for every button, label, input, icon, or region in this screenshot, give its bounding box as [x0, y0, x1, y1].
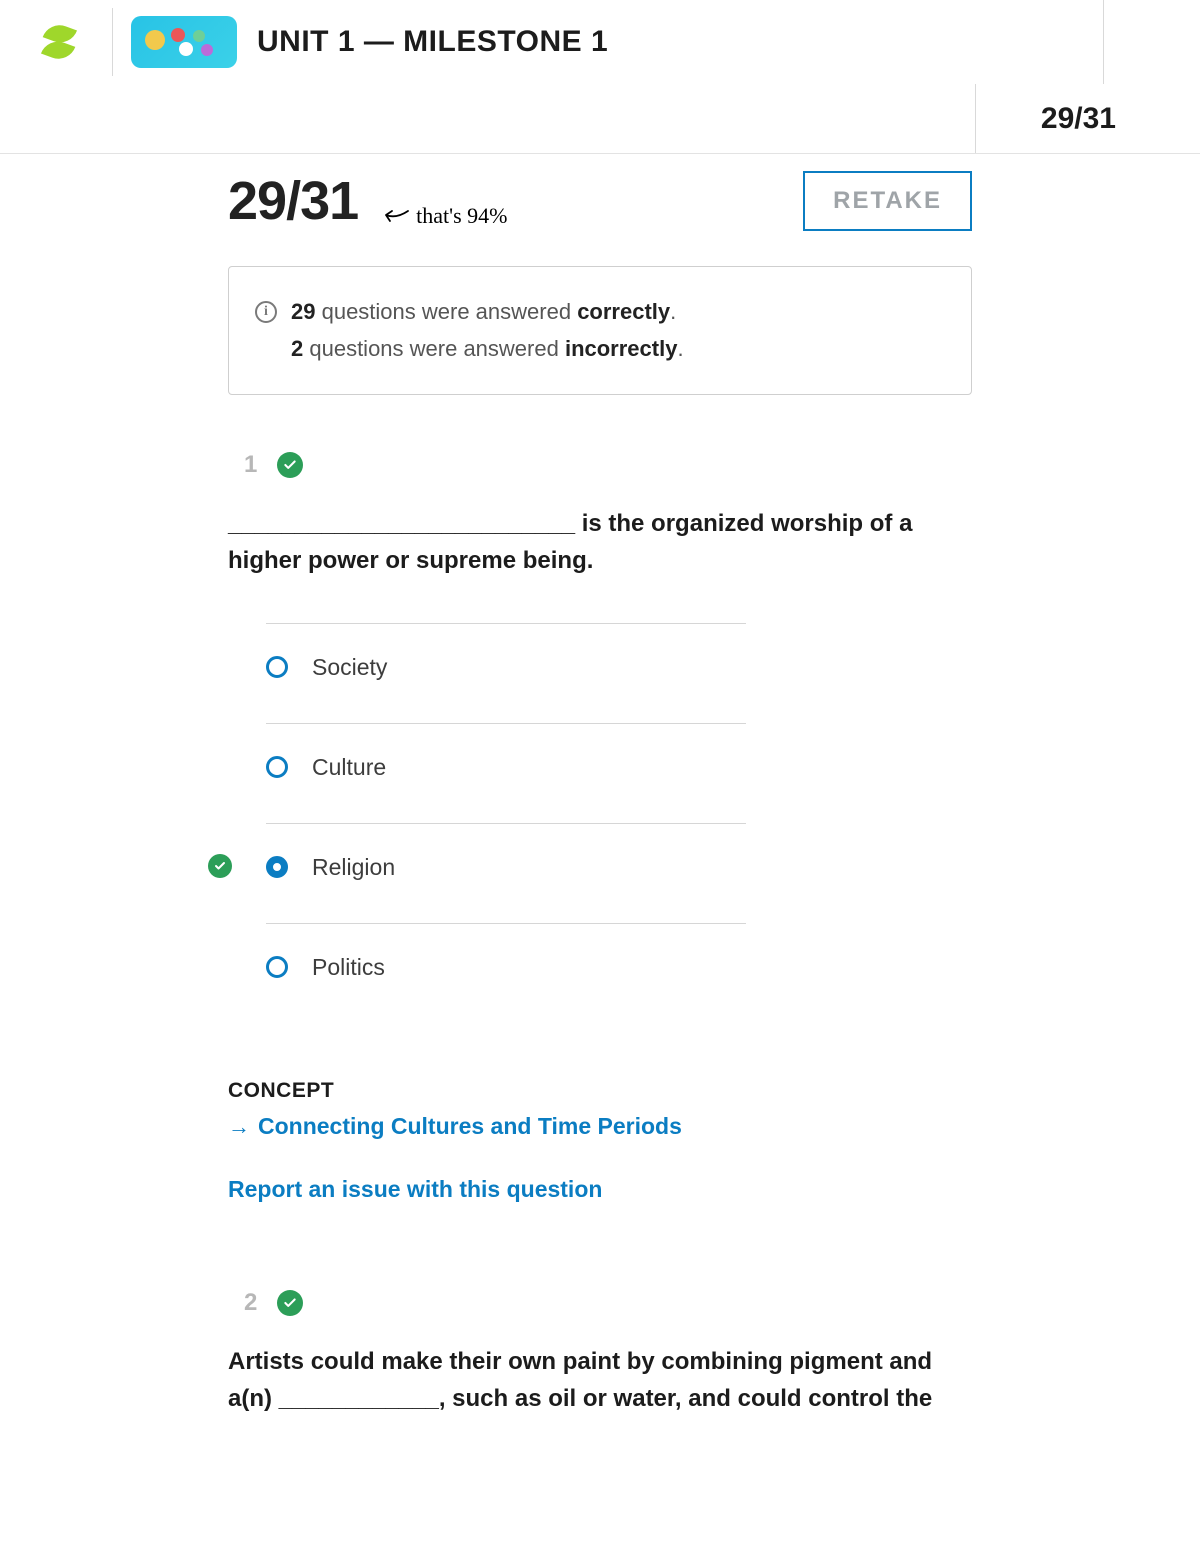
leaf-logo-icon [37, 20, 81, 64]
score-strip: 29/31 [0, 84, 1200, 154]
concept-block: CONCEPT → Connecting Cultures and Time P… [220, 1079, 980, 1203]
question-number: 2 [244, 1289, 257, 1317]
summary-incorrect: 2 questions were answered incorrectly. [291, 336, 684, 361]
divider [112, 8, 113, 76]
palette-icon [145, 30, 165, 50]
choice-label: Culture [312, 754, 386, 781]
arrow-left-icon [380, 205, 410, 231]
check-icon [277, 452, 303, 478]
top-bar: UNIT 1 — MILESTONE 1 [0, 0, 1200, 84]
question-text: Artists could make their own paint by co… [220, 1343, 980, 1417]
answer-choice[interactable]: Society [266, 623, 746, 723]
check-icon [208, 854, 232, 878]
answer-choice[interactable]: Culture [266, 723, 746, 823]
answer-choices: Society Culture Religion Politics [266, 623, 746, 1023]
answer-choice[interactable]: Politics [266, 923, 746, 1023]
arrow-right-icon: → [228, 1114, 250, 1140]
choice-label: Society [312, 654, 387, 681]
radio-icon [266, 956, 288, 978]
question-text: __________________________ is the organi… [220, 505, 980, 579]
report-issue-link[interactable]: Report an issue with this question [228, 1176, 602, 1203]
question-header: 1 [244, 451, 980, 479]
info-icon: i [255, 301, 277, 323]
score-small: 29/31 [1041, 102, 1116, 136]
question-header: 2 [244, 1289, 980, 1317]
unit-title: UNIT 1 — MILESTONE 1 [257, 25, 608, 59]
score-big: 29/31 [228, 170, 358, 232]
brand-logo[interactable] [24, 25, 94, 59]
unit-thumbnail[interactable] [131, 16, 237, 68]
radio-icon [266, 856, 288, 878]
hand-annotation: that's 94% [380, 203, 507, 229]
divider [975, 84, 976, 153]
concept-link[interactable]: → Connecting Cultures and Time Periods [228, 1113, 682, 1140]
answer-choice[interactable]: Religion [266, 823, 746, 923]
choice-label: Religion [312, 854, 395, 881]
question-number: 1 [244, 451, 257, 479]
check-icon [277, 1290, 303, 1316]
choice-label: Politics [312, 954, 385, 981]
radio-icon [266, 756, 288, 778]
summary-correct: 29 questions were answered correctly. [291, 293, 676, 330]
divider [1103, 0, 1104, 84]
retake-button[interactable]: RETAKE [803, 171, 972, 231]
summary-box: i 29 questions were answered correctly. … [228, 266, 972, 395]
radio-icon [266, 656, 288, 678]
main-content: 29/31 that's 94% RETAKE i 29 questions w… [220, 154, 980, 1418]
concept-heading: CONCEPT [228, 1079, 972, 1103]
score-row: 29/31 that's 94% RETAKE [220, 170, 980, 232]
